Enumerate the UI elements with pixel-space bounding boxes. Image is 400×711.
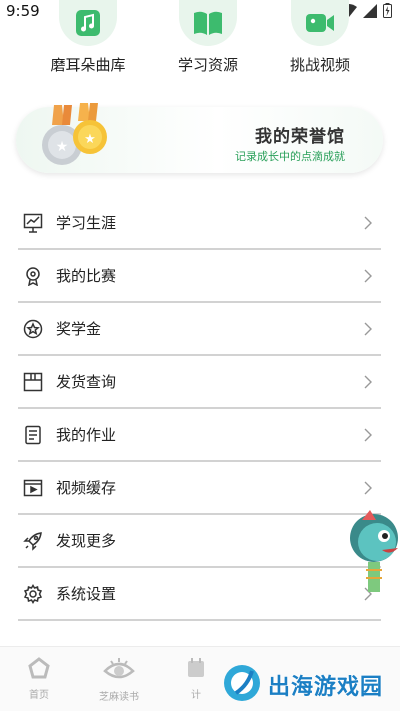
homework-icon: [22, 424, 44, 446]
quick-entry-learning-resources[interactable]: 学习资源: [153, 0, 263, 75]
menu-item-label: 发货查询: [56, 373, 117, 391]
honor-hall-subtitle: 记录成长中的点滴成就: [235, 150, 345, 163]
nav-item-plan[interactable]: 计: [186, 657, 206, 701]
music-icon: [75, 9, 101, 41]
star-badge-icon: [22, 318, 44, 340]
menu-item-label: 发现更多: [56, 532, 117, 550]
quick-entry-label: 磨耳朵曲库: [50, 56, 126, 74]
calendar-icon: [186, 658, 206, 682]
chevron-right-icon: [363, 215, 373, 230]
chevron-right-icon: [363, 427, 373, 442]
nav-item-label: 计: [191, 690, 201, 701]
menu-item-shipping-query[interactable]: 发货查询: [18, 356, 381, 409]
quick-entry-row: 磨耳朵曲库 学习资源 挑战视频: [0, 0, 400, 80]
video-cache-icon: [22, 477, 44, 499]
menu-item-my-homework[interactable]: 我的作业: [18, 409, 381, 462]
menu-item-label: 我的比赛: [56, 267, 117, 285]
watermark-text: 出海游戏园: [268, 675, 384, 700]
package-icon: [22, 371, 44, 393]
menu-item-my-competitions[interactable]: 我的比赛: [18, 250, 381, 303]
medals-icon: ★ ★: [38, 101, 138, 175]
menu-item-label: 视频缓存: [56, 479, 117, 497]
menu-item-label: 我的作业: [56, 426, 117, 444]
menu-item-label: 学习生涯: [56, 214, 117, 232]
quick-entry-label: 学习资源: [177, 56, 238, 74]
nav-item-zhima-reading[interactable]: 芝麻读书: [94, 657, 144, 703]
chevron-right-icon: [363, 480, 373, 495]
menu-item-study-career[interactable]: 学习生涯: [18, 197, 381, 250]
nav-item-home[interactable]: 首页: [22, 657, 56, 701]
mascot-float-button[interactable]: [344, 506, 400, 598]
home-icon: [28, 657, 50, 682]
rocket-icon: [22, 530, 44, 552]
nav-item-label: 首页: [29, 690, 49, 701]
svg-text:★: ★: [56, 139, 69, 155]
menu-item-video-cache[interactable]: 视频缓存: [18, 462, 381, 515]
gear-icon: [22, 583, 44, 605]
profile-page: 9:59 磨耳朵曲库 学习资源 挑战视频 ★ ★ 我的荣誉馆 记录成长中的点滴成…: [0, 0, 400, 711]
chevron-right-icon: [363, 268, 373, 283]
trophy-icon: [22, 265, 44, 287]
menu-item-label: 系统设置: [56, 585, 117, 603]
quick-entry-label: 挑战视频: [289, 56, 350, 74]
honor-hall-banner[interactable]: ★ ★ 我的荣誉馆 记录成长中的点滴成就: [16, 103, 383, 173]
career-chart-icon: [22, 212, 44, 234]
nav-item-label: 芝麻读书: [99, 692, 139, 703]
quick-entry-music-library[interactable]: 磨耳朵曲库: [33, 0, 143, 75]
quick-entry-challenge-video[interactable]: 挑战视频: [265, 0, 375, 75]
watermark-logo-icon: [222, 663, 262, 707]
menu-item-system-settings[interactable]: 系统设置: [18, 568, 381, 621]
eye-reading-icon: [103, 658, 135, 684]
chevron-right-icon: [363, 321, 373, 336]
menu-item-label: 奖学金: [56, 320, 102, 338]
honor-hall-title: 我的荣誉馆: [255, 127, 345, 147]
svg-text:★: ★: [84, 132, 96, 147]
menu-item-scholarship[interactable]: 奖学金: [18, 303, 381, 356]
menu-list: 学习生涯 我的比赛 奖学金 发货查询 我的作业 视频缓存 发现更多 系统设置: [18, 197, 381, 621]
quick-entry-circle: [291, 0, 349, 46]
book-icon: [193, 10, 223, 40]
quick-entry-circle: [179, 0, 237, 46]
video-icon: [305, 12, 335, 38]
chevron-right-icon: [363, 374, 373, 389]
quick-entry-circle: [59, 0, 117, 46]
watermark: 出海游戏园: [222, 660, 400, 710]
menu-item-discover-more[interactable]: 发现更多: [18, 515, 381, 568]
